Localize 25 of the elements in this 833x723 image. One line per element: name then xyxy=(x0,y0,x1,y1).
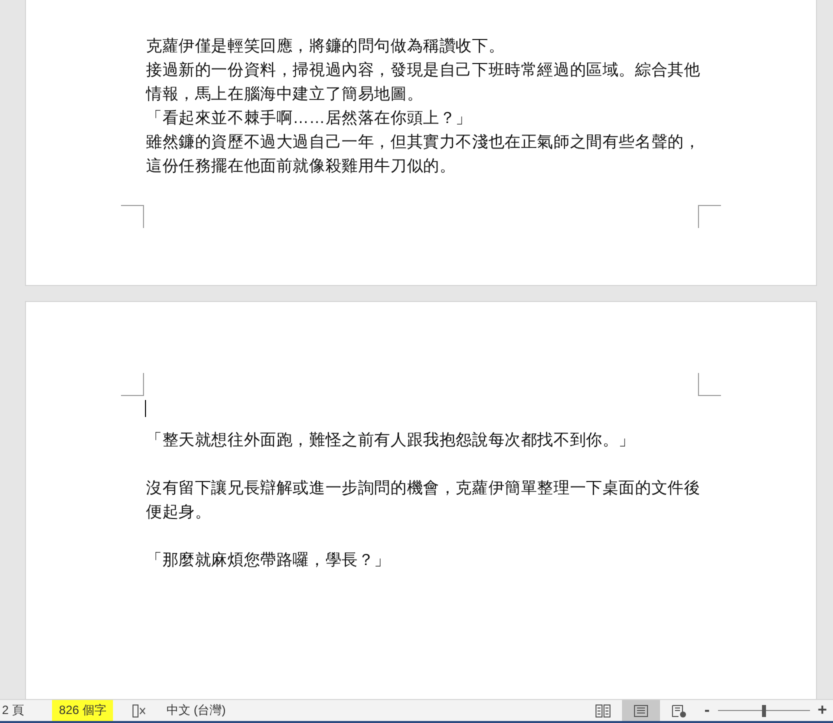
text-line: 接過新的一份資料，掃視過內容，發現是自己下班時常經過的區域。綜合其他 xyxy=(146,60,702,81)
web-page-icon xyxy=(671,704,688,718)
margin-corner-mark xyxy=(698,373,721,396)
text-line: 情報，馬上在腦海中建立了簡易地圖。 xyxy=(146,84,424,105)
text-line: 這份任務擺在他面前就像殺雞用牛刀似的。 xyxy=(146,156,457,177)
word-count[interactable]: 826 個字 xyxy=(52,700,114,721)
proofing-icon[interactable] xyxy=(131,704,148,718)
page-count: 2 頁 xyxy=(2,702,24,719)
language[interactable]: 中文 (台灣) xyxy=(166,702,226,719)
text-cursor xyxy=(145,400,146,417)
text-line: 「看起來並不棘手啊……居然落在你頭上？」 xyxy=(146,108,473,129)
margin-corner-mark xyxy=(121,373,144,396)
text-line: 「那麼就麻煩您帶路囉，學長？」 xyxy=(146,550,392,571)
zoom-out-button[interactable]: - xyxy=(704,702,710,720)
zoom-in-button[interactable]: + xyxy=(818,702,827,720)
margin-corner-mark xyxy=(698,205,721,228)
text-line: 便起身。 xyxy=(146,503,212,523)
text-line: 雖然鐮的資歷不過大過自己一年，但其實力不淺也在正氣師之間有些名聲的， xyxy=(146,132,702,153)
text-line: 克蘿伊僅是輕笑回應，將鐮的問句做為稱讚收下。 xyxy=(146,36,506,57)
print-view-button[interactable] xyxy=(622,700,660,721)
page-lines-icon xyxy=(633,704,650,718)
book-icon xyxy=(595,704,612,718)
text-line: 「整天就想往外面跑，難怪之前有人跟我抱怨說每次都找不到你。」 xyxy=(146,430,636,451)
margin-corner-mark xyxy=(121,205,144,228)
text-line: 沒有留下讓兄長辯解或進一步詢問的機會，克蘿伊簡單整理一下桌面的文件後 xyxy=(146,478,702,499)
